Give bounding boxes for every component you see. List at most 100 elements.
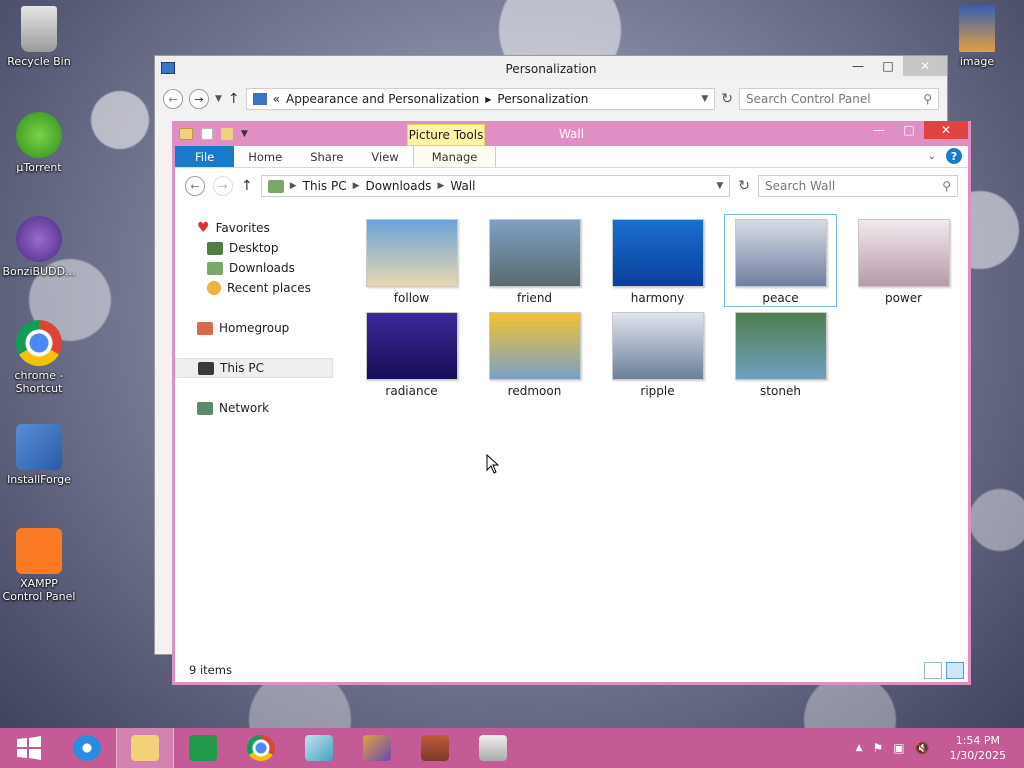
address-bar[interactable]: ▶ This PC ▶ Downloads ▶ Wall ▼ <box>260 175 731 197</box>
explorer-window[interactable]: ▼ Picture Tools Wall — □ ✕ File Home Sha… <box>172 121 971 685</box>
recent-locations-icon[interactable]: ▼ <box>215 94 222 104</box>
breadcrumb-item[interactable]: This PC <box>303 179 347 193</box>
explorer-titlebar[interactable]: ▼ Picture Tools Wall — □ ✕ <box>175 121 968 146</box>
desktop-icon-image[interactable]: image <box>938 6 1016 68</box>
search-icon: ⚲ <box>942 179 951 193</box>
store-icon <box>189 735 217 761</box>
file-item[interactable]: friend <box>478 214 591 307</box>
back-button[interactable]: ← <box>185 176 205 196</box>
chevron-down-icon[interactable]: ▼ <box>716 181 723 191</box>
personalization-titlebar[interactable]: Personalization — □ ✕ <box>155 56 947 82</box>
network-icon <box>197 401 213 415</box>
search-input[interactable]: Search Control Panel ⚲ <box>739 88 939 110</box>
up-button[interactable]: ↑ <box>241 178 253 194</box>
file-item[interactable]: stoneh <box>724 307 837 400</box>
nav-network[interactable]: Network <box>175 398 335 418</box>
up-button[interactable]: ↑ <box>228 91 240 107</box>
forward-button[interactable]: → <box>189 89 209 109</box>
desktop-icon-label: µTorrent <box>16 161 62 174</box>
breadcrumb-item[interactable]: Personalization <box>497 92 588 106</box>
address-bar[interactable]: « Appearance and Personalization ▶ Perso… <box>245 88 716 110</box>
installforge-icon <box>16 424 62 470</box>
homegroup-icon <box>197 321 213 335</box>
desktop-icon-label: BonziBUDD... <box>2 265 76 278</box>
close-button[interactable]: ✕ <box>903 56 947 76</box>
utorrent-icon <box>16 112 62 158</box>
close-button[interactable]: ✕ <box>924 121 968 139</box>
desktop-icon-utorrent[interactable]: µTorrent <box>0 112 78 174</box>
taskbar-app-8[interactable] <box>464 728 522 768</box>
nav-label: Favorites <box>215 221 270 235</box>
volume-muted-icon[interactable]: 🔇 <box>915 741 930 755</box>
nav-this-pc[interactable]: This PC <box>175 358 333 378</box>
taskbar-app-5[interactable] <box>290 728 348 768</box>
file-item[interactable]: harmony <box>601 214 714 307</box>
flag-icon[interactable]: ⚑ <box>873 741 884 755</box>
desktop-icon-recycle-bin[interactable]: Recycle Bin <box>0 6 78 68</box>
breadcrumb-prefix: « <box>272 92 280 106</box>
forward-button[interactable]: → <box>213 176 233 196</box>
taskbar-chrome[interactable] <box>232 728 290 768</box>
minimize-button[interactable]: — <box>864 121 894 139</box>
tab-file[interactable]: File <box>175 146 235 167</box>
nav-label: Network <box>219 401 270 415</box>
file-item[interactable]: peace <box>724 214 837 307</box>
breadcrumb-item[interactable]: Downloads <box>366 179 432 193</box>
desktop-icon-label: chrome - Shortcut <box>14 369 64 395</box>
refresh-icon[interactable]: ↻ <box>738 178 750 194</box>
tab-manage[interactable]: Manage <box>412 146 497 167</box>
taskbar-app-6[interactable] <box>348 728 406 768</box>
chevron-right-icon: ▶ <box>437 181 445 191</box>
file-item[interactable]: follow <box>355 214 468 307</box>
details-view-button[interactable] <box>924 662 942 679</box>
app-icon <box>305 735 333 761</box>
desktop-icon-chrome[interactable]: chrome - Shortcut <box>0 320 78 395</box>
refresh-icon[interactable]: ↻ <box>721 91 733 107</box>
image-thumbnail <box>488 219 581 287</box>
desktop-icon-bonzibuddy[interactable]: BonziBUDD... <box>0 216 78 278</box>
image-thumbnail <box>488 312 581 380</box>
control-panel-icon <box>161 62 175 74</box>
folder-icon <box>267 179 284 193</box>
file-item[interactable]: redmoon <box>478 307 591 400</box>
taskbar-store[interactable] <box>174 728 232 768</box>
taskbar-file-explorer[interactable] <box>116 728 174 768</box>
tools-icon <box>363 735 391 761</box>
clock-time: 1:54 PM <box>955 734 1000 747</box>
chevron-down-icon[interactable]: ▼ <box>701 94 708 104</box>
nav-homegroup[interactable]: Homegroup <box>175 318 335 338</box>
taskbar-app-7[interactable] <box>406 728 464 768</box>
maximize-button[interactable]: □ <box>894 121 924 139</box>
expand-ribbon-icon[interactable]: ⌄ <box>928 151 936 162</box>
taskbar-internet-explorer[interactable] <box>58 728 116 768</box>
breadcrumb-item[interactable]: Appearance and Personalization <box>286 92 479 106</box>
maximize-button[interactable]: □ <box>873 56 903 76</box>
chevron-up-icon[interactable]: ▲ <box>856 743 863 753</box>
chevron-right-icon: ▶ <box>289 181 297 191</box>
tab-home[interactable]: Home <box>234 146 296 167</box>
help-icon[interactable]: ? <box>946 148 962 164</box>
start-button[interactable] <box>0 728 58 768</box>
search-input[interactable]: Search Wall ⚲ <box>758 175 958 197</box>
nav-desktop[interactable]: Desktop <box>175 238 335 258</box>
file-item[interactable]: ripple <box>601 307 714 400</box>
desktop-icon-installforge[interactable]: InstallForge <box>0 424 78 486</box>
tab-view[interactable]: View <box>357 146 412 167</box>
network-icon[interactable]: ▣ <box>893 741 904 755</box>
chrome-icon <box>16 320 62 366</box>
minimize-button[interactable]: — <box>843 56 873 76</box>
large-icons-view-button[interactable] <box>946 662 964 679</box>
file-item[interactable]: power <box>847 214 960 307</box>
clock[interactable]: 1:54 PM 1/30/2025 <box>950 733 1006 763</box>
back-button[interactable]: ← <box>163 89 183 109</box>
nav-downloads[interactable]: Downloads <box>175 258 335 278</box>
breadcrumb-item[interactable]: Wall <box>450 179 475 193</box>
desktop-icon-xampp[interactable]: XAMPP Control Panel <box>0 528 78 603</box>
nav-favorites[interactable]: ♥ Favorites <box>175 218 335 238</box>
mouse-cursor-icon <box>486 454 500 474</box>
file-name: power <box>884 291 923 305</box>
file-item[interactable]: radiance <box>355 307 468 400</box>
tab-share[interactable]: Share <box>296 146 357 167</box>
nav-recent-places[interactable]: Recent places <box>175 278 335 298</box>
nav-label: This PC <box>220 361 264 375</box>
